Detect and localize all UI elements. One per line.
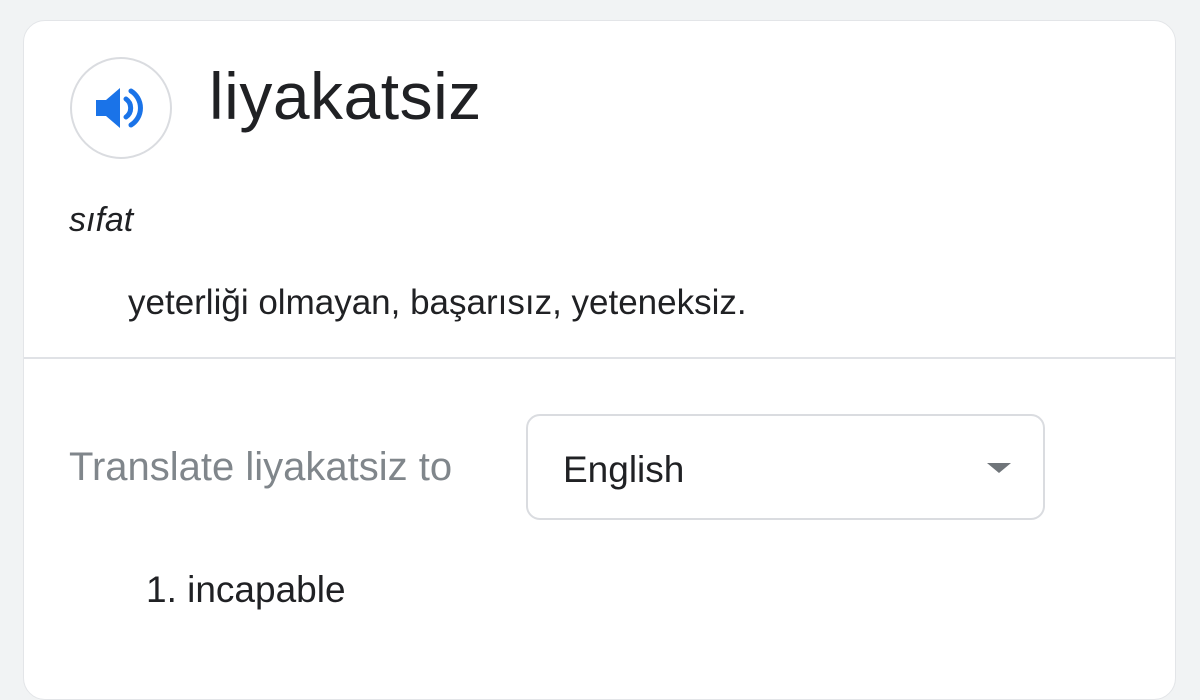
translation-result: 1. incapable [146, 569, 346, 610]
section-divider [24, 357, 1175, 359]
definition-text: yeterliği olmayan, başarısız, yeteneksiz… [128, 283, 747, 322]
part-of-speech: sıfat [69, 201, 134, 239]
headword: liyakatsiz [209, 59, 482, 133]
selected-language: English [563, 449, 685, 490]
dropdown-arrow-icon [987, 463, 1011, 473]
language-select[interactable]: English [526, 414, 1045, 520]
pronunciation-button[interactable] [70, 57, 172, 159]
speaker-icon [94, 86, 148, 130]
dictionary-card: liyakatsiz sıfat yeterliği olmayan, başa… [23, 20, 1176, 700]
translate-label: Translate liyakatsiz to [69, 445, 453, 489]
